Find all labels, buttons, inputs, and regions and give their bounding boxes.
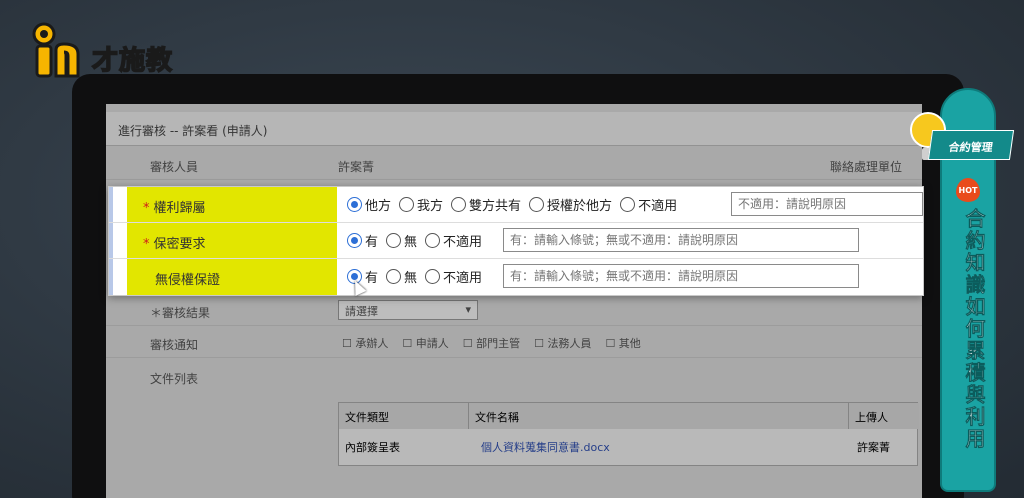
field-label: 無侵權保證	[127, 259, 337, 295]
row-value: 許案菁	[338, 160, 375, 174]
row-reviewer: 審核人員 許案菁 聯絡處理單位	[106, 150, 922, 180]
label-text: 權利歸屬	[153, 201, 206, 216]
radio-button[interactable]	[399, 197, 415, 212]
radio-option[interactable]: 有	[347, 231, 378, 250]
required-marker: *	[143, 237, 150, 252]
radio-label: 授權於他方	[547, 199, 613, 214]
row-label: ＊審核結果	[150, 306, 211, 320]
select-value: 請選擇	[345, 305, 378, 318]
banner-tag: 合約管理	[927, 130, 1015, 160]
reason-input[interactable]	[731, 192, 923, 216]
logo-text: 才施教	[91, 45, 174, 77]
radio-button[interactable]	[347, 197, 362, 212]
radio-option[interactable]: 授權於他方	[529, 195, 612, 214]
row-label: 文件列表	[150, 372, 199, 386]
radio-group-confidentiality: 有 無 不適用	[347, 231, 490, 250]
doc-th-uploader: 上傳人	[849, 403, 919, 429]
doc-cell-link[interactable]: 個人資料蒐集同意書.docx	[475, 431, 616, 463]
radio-label: 有	[365, 235, 379, 250]
radio-label: 不適用	[443, 235, 483, 250]
radio-label: 無	[404, 235, 418, 250]
row-notify: 審核通知 承辦人 申請人 部門主管 法務人員 其他	[106, 328, 922, 358]
radio-button[interactable]	[347, 233, 362, 248]
row-confidentiality: * 保密要求 有 無 不適用	[109, 223, 923, 259]
radio-button[interactable]	[529, 197, 545, 212]
radio-option[interactable]: 雙方共有	[451, 195, 521, 214]
radio-button[interactable]	[620, 197, 636, 212]
radio-option[interactable]: 我方	[399, 195, 443, 214]
chevron-down-icon: ▾	[465, 303, 471, 316]
doc-th-name: 文件名稱	[469, 403, 849, 429]
label-text: 保密要求	[153, 237, 206, 252]
notify-checkboxes: 承辦人 申請人 部門主管 法務人員 其他	[342, 335, 641, 351]
radio-button[interactable]	[386, 269, 402, 284]
radio-group-rights: 他方 我方 雙方共有 授權於他方 不適用	[347, 195, 685, 214]
radio-label: 不適用	[443, 271, 483, 286]
radio-option[interactable]: 無	[386, 231, 417, 250]
banner-vertical-title: 合約知識如何累積與利用	[962, 208, 987, 451]
notify-checkbox[interactable]: 法務人員	[534, 335, 591, 351]
doc-cell-uploader: 許案菁	[857, 441, 890, 454]
screen-header-title: 進行審核 -- 許案看 (申請人)	[118, 124, 268, 138]
row-doc-list: 文件列表	[106, 362, 922, 392]
radio-option[interactable]: 不適用	[425, 267, 482, 286]
row-right: 聯絡處理單位	[829, 160, 902, 174]
field-label: * 保密要求	[127, 223, 337, 258]
notify-checkbox[interactable]: 其他	[605, 335, 641, 351]
row-non-infringement: 無侵權保證 有 無 不適用	[109, 259, 923, 295]
blurred-screen: 進行審核 -- 許案看 (申請人) 審核人員 許案菁 聯絡處理單位 ＊審核結果 …	[106, 104, 922, 498]
radio-label: 不適用	[638, 199, 678, 214]
radio-option[interactable]: 無	[386, 267, 417, 286]
radio-group-non-infringement: 有 無 不適用	[347, 267, 490, 286]
radio-label: 雙方共有	[469, 199, 522, 214]
row-rights-ownership: * 權利歸屬 他方 我方 雙方共有 授權於他方 不適用	[109, 187, 923, 223]
radio-label: 無	[404, 271, 418, 286]
radio-option[interactable]: 不適用	[425, 231, 482, 250]
notify-checkbox[interactable]: 承辦人	[342, 335, 388, 351]
doc-th-type: 文件類型	[339, 403, 469, 429]
radio-button[interactable]	[425, 269, 441, 284]
radio-option[interactable]: 他方	[347, 195, 391, 214]
clause-input[interactable]	[503, 264, 859, 288]
radio-label: 有	[365, 271, 379, 286]
radio-option[interactable]: 不適用	[620, 195, 677, 214]
notify-checkbox[interactable]: 部門主管	[463, 335, 520, 351]
required-marker: *	[143, 201, 150, 216]
radio-label: 我方	[417, 199, 444, 214]
doc-table: 文件類型 文件名稱 上傳人 內部簽呈表 個人資料蒐集同意書.docx 許案菁	[338, 402, 919, 466]
radio-button[interactable]	[386, 233, 402, 248]
radio-label: 他方	[365, 199, 392, 214]
field-label: * 權利歸屬	[127, 187, 337, 222]
row-label: 審核通知	[150, 338, 199, 352]
clause-input[interactable]	[503, 228, 859, 252]
contract-terms-panel: *權利歸屬 他方 我方 雙方共有 授權於他方 不適用 *保密要求 有 無 不適用…	[108, 186, 924, 296]
radio-button[interactable]	[451, 197, 467, 212]
review-result-select[interactable]: 請選擇 ▾	[338, 300, 478, 320]
doc-cell-type: 內部簽呈表	[345, 441, 400, 454]
label-text: 無侵權保證	[155, 273, 221, 288]
radio-button[interactable]	[425, 233, 441, 248]
row-review-result: ＊審核結果 請選擇 ▾	[106, 296, 922, 326]
logo-keyhole-icon	[28, 20, 90, 82]
screen-header: 進行審核 -- 許案看 (申請人)	[106, 112, 922, 146]
hot-flame-icon: HOT	[956, 178, 980, 202]
row-label: 審核人員	[150, 160, 199, 174]
notify-checkbox[interactable]: 申請人	[402, 335, 449, 351]
